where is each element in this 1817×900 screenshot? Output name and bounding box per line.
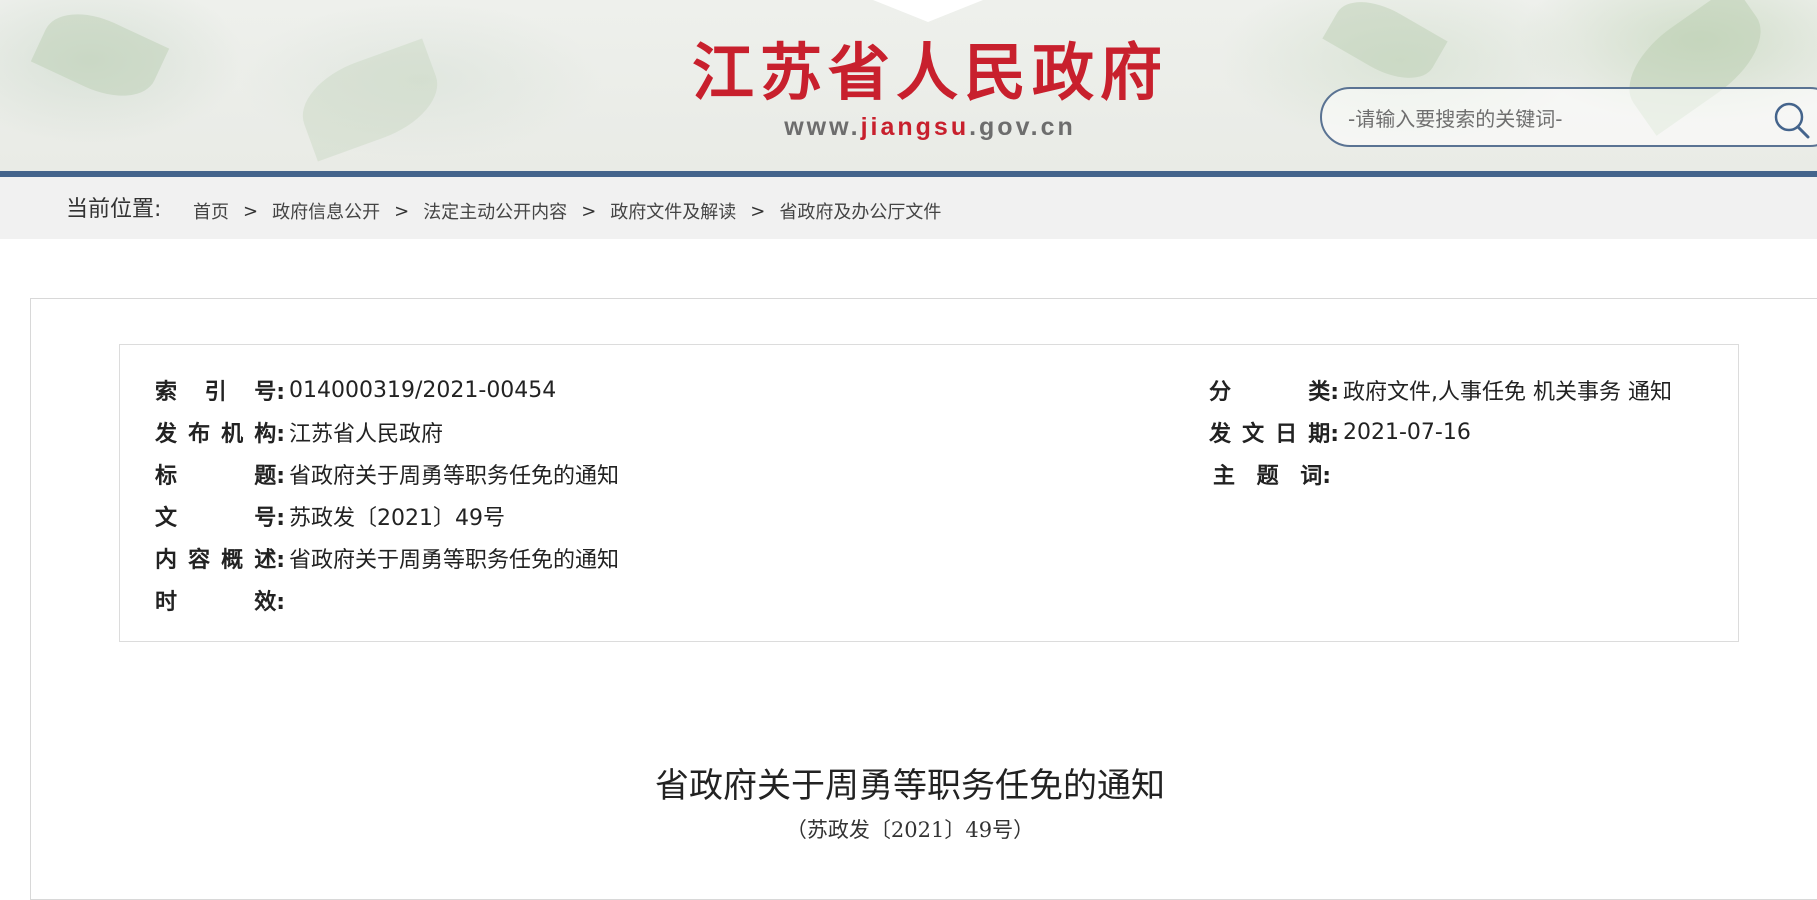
meta-value: 2021-07-16 <box>1343 419 1471 445</box>
search-box[interactable] <box>1320 87 1817 147</box>
meta-category: 分类: 政府文件,人事任免 机关事务 通知 <box>1209 375 1672 405</box>
breadcrumb-gov-info[interactable]: 政府信息公开 <box>272 198 380 224</box>
meta-summary: 内容概述: 省政府关于周勇等职务任免的通知 <box>155 543 619 573</box>
document-number: （苏政发〔2021〕49号） <box>785 818 1035 842</box>
decorative-leaf <box>1322 0 1448 94</box>
breadcrumb-home[interactable]: 首页 <box>193 198 229 224</box>
breadcrumb-label: 当前位置: <box>66 197 162 222</box>
meta-value: 省政府关于周勇等职务任免的通知 <box>289 464 620 489</box>
breadcrumb-separator: > <box>243 200 259 222</box>
url-suffix: .gov.cn <box>969 113 1076 141</box>
site-title[interactable]: 江苏省人民政府 <box>690 36 1170 110</box>
url-prefix: www. <box>784 113 861 141</box>
meta-issue-date: 发文日期: 2021-07-16 <box>1209 417 1471 448</box>
meta-label: 内容概述: <box>155 548 285 573</box>
meta-label: 发布机构: <box>155 422 285 447</box>
breadcrumb-separator: > <box>394 200 410 222</box>
breadcrumb-current[interactable]: 省政府及办公厅文件 <box>779 198 941 224</box>
meta-label: 主题词: <box>1213 464 1331 489</box>
site-url[interactable]: www.jiangsu.gov.cn <box>690 113 1170 142</box>
document-title: 省政府关于周勇等职务任免的通知 <box>655 766 1165 806</box>
breadcrumb-separator: > <box>750 200 766 222</box>
meta-value: 省政府关于周勇等职务任免的通知 <box>289 548 620 573</box>
meta-label: 索引号: <box>155 380 285 405</box>
decorative-leaf <box>290 38 450 162</box>
search-icon[interactable] <box>1772 100 1812 140</box>
meta-doc-number: 文号: 苏政发〔2021〕49号 <box>155 501 505 531</box>
meta-index-number: 索引号: 014000319/2021-00454 <box>155 375 557 406</box>
meta-publisher: 发布机构: 江苏省人民政府 <box>155 417 443 447</box>
meta-title: 标题: 省政府关于周勇等职务任免的通知 <box>155 459 619 489</box>
meta-value: 苏政发〔2021〕49号 <box>289 506 505 531</box>
meta-value: 014000319/2021-00454 <box>289 377 557 403</box>
decorative-leaf <box>30 0 170 113</box>
meta-label: 时效: <box>155 590 285 615</box>
search-input[interactable] <box>1346 101 1770 137</box>
meta-label: 发文日期: <box>1209 422 1339 447</box>
meta-keywords: 主题词: <box>1209 459 1335 489</box>
meta-validity: 时效: <box>155 585 289 615</box>
breadcrumb-separator: > <box>581 200 597 222</box>
meta-label: 标题: <box>155 464 285 489</box>
breadcrumb-gov-docs[interactable]: 政府文件及解读 <box>610 198 736 224</box>
breadcrumb-statutory[interactable]: 法定主动公开内容 <box>423 198 567 224</box>
breadcrumb: 首页 > 政府信息公开 > 法定主动公开内容 > 政府文件及解读 > 省政府及办… <box>193 198 941 224</box>
meta-value: 政府文件,人事任免 机关事务 通知 <box>1343 380 1672 405</box>
url-highlight: jiangsu <box>860 113 970 141</box>
meta-label: 分类: <box>1209 380 1339 405</box>
meta-label: 文号: <box>155 506 285 531</box>
meta-value: 江苏省人民政府 <box>289 422 444 447</box>
header-notch <box>868 0 988 22</box>
